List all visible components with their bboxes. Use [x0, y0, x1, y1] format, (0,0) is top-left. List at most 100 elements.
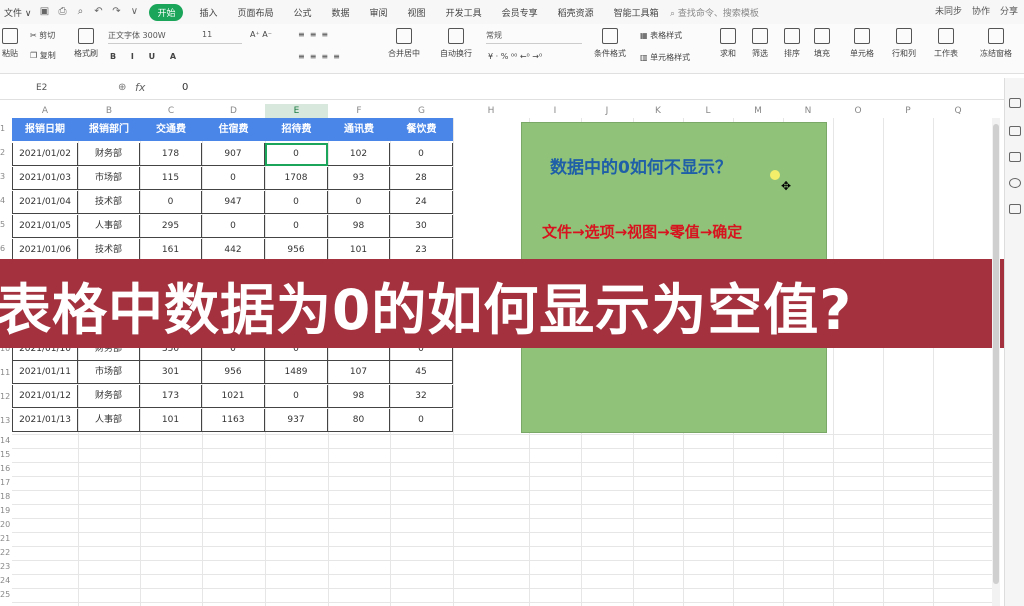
filter-button[interactable]: 筛选: [752, 28, 768, 59]
shape-icon[interactable]: [1009, 126, 1021, 136]
table-header-cell[interactable]: 通讯费: [328, 118, 390, 141]
row-header[interactable]: 19: [0, 506, 12, 515]
row-header[interactable]: 4: [0, 196, 12, 205]
col-header-n[interactable]: N: [783, 104, 833, 118]
row-header[interactable]: 3: [0, 172, 12, 181]
row-header[interactable]: 15: [0, 450, 12, 459]
table-cell[interactable]: 市场部: [78, 167, 140, 190]
table-header-cell[interactable]: 报销部门: [78, 118, 140, 141]
col-header-e[interactable]: E: [265, 104, 328, 118]
table-cell[interactable]: 1163: [202, 409, 265, 432]
table-cell[interactable]: 2021/01/13: [12, 409, 78, 432]
table-cell[interactable]: 1489: [265, 361, 328, 384]
table-cell[interactable]: 295: [140, 215, 202, 238]
table-cell[interactable]: 1708: [265, 167, 328, 190]
col-header-i[interactable]: I: [529, 104, 581, 118]
number-format-select[interactable]: 常规: [486, 30, 582, 44]
col-header-g[interactable]: G: [390, 104, 453, 118]
table-cell[interactable]: 98: [328, 215, 390, 238]
table-cell[interactable]: 0: [390, 409, 453, 432]
col-header-h[interactable]: H: [453, 104, 529, 118]
share-button[interactable]: 分享: [1000, 4, 1018, 17]
cut-button[interactable]: ✂ 剪切: [30, 30, 55, 41]
table-cell[interactable]: 2021/01/02: [12, 143, 78, 166]
col-header-c[interactable]: C: [140, 104, 202, 118]
tab-formulas[interactable]: 公式: [294, 6, 312, 19]
sum-button[interactable]: 求和: [720, 28, 736, 59]
col-header-k[interactable]: K: [633, 104, 683, 118]
row-header[interactable]: 16: [0, 464, 12, 473]
print-icon[interactable]: ⎙: [56, 7, 68, 17]
table-cell[interactable]: 2021/01/11: [12, 361, 78, 384]
file-menu[interactable]: 文件 ∨: [4, 6, 31, 19]
help-icon[interactable]: [1009, 178, 1021, 188]
tab-smart-tools[interactable]: 智能工具箱: [614, 6, 659, 19]
table-cell[interactable]: 98: [328, 385, 390, 408]
table-header-cell[interactable]: 住宿费: [202, 118, 265, 141]
name-box[interactable]: E2: [36, 83, 47, 93]
table-cell[interactable]: 2021/01/04: [12, 191, 78, 214]
fill-button[interactable]: 填充: [814, 28, 830, 59]
table-header-cell[interactable]: 餐饮费: [390, 118, 453, 141]
cells-button[interactable]: 单元格: [850, 28, 874, 59]
grow-font-icon[interactable]: A⁺ A⁻: [250, 30, 272, 39]
row-header[interactable]: 25: [0, 590, 12, 599]
table-cell[interactable]: 93: [328, 167, 390, 190]
row-header[interactable]: 12: [0, 392, 12, 401]
row-header[interactable]: 14: [0, 436, 12, 445]
row-header[interactable]: 6: [0, 244, 12, 253]
row-header[interactable]: 18: [0, 492, 12, 501]
table-cell[interactable]: 2021/01/05: [12, 215, 78, 238]
selected-cell[interactable]: 0: [265, 143, 328, 166]
font-name-select[interactable]: 正文字体 300W: [108, 30, 204, 44]
table-cell[interactable]: 101: [140, 409, 202, 432]
format-painter-button[interactable]: 格式刷: [74, 28, 98, 59]
fx-icon[interactable]: fx: [135, 81, 145, 94]
table-cell[interactable]: 0: [265, 215, 328, 238]
row-header[interactable]: 20: [0, 520, 12, 529]
tab-home[interactable]: 开始: [149, 3, 184, 21]
table-cell[interactable]: 0: [202, 167, 265, 190]
table-cell[interactable]: 173: [140, 385, 202, 408]
row-header[interactable]: 13: [0, 416, 12, 425]
paste-button[interactable]: 粘贴: [2, 28, 18, 59]
table-header-cell[interactable]: 报销日期: [12, 118, 78, 141]
table-style-button[interactable]: ▦ 表格样式: [640, 30, 682, 41]
vertical-scrollbar[interactable]: [992, 118, 1000, 606]
copy-button[interactable]: ❐ 复制: [30, 50, 56, 61]
table-cell[interactable]: 0: [390, 143, 453, 166]
row-header[interactable]: 17: [0, 478, 12, 487]
freeze-button[interactable]: 冻结窗格: [980, 28, 1012, 59]
table-header-cell[interactable]: 招待费: [265, 118, 328, 141]
col-header-b[interactable]: B: [78, 104, 140, 118]
table-cell[interactable]: 0: [202, 215, 265, 238]
table-cell[interactable]: 技术部: [78, 191, 140, 214]
formula-input[interactable]: 0: [182, 82, 188, 93]
table-cell[interactable]: 45: [390, 361, 453, 384]
row-header[interactable]: 1: [0, 124, 12, 133]
undo-icon[interactable]: ↶: [92, 7, 104, 17]
table-cell[interactable]: 财务部: [78, 385, 140, 408]
row-header[interactable]: 23: [0, 562, 12, 571]
table-cell[interactable]: 0: [140, 191, 202, 214]
table-cell[interactable]: 30: [390, 215, 453, 238]
pointer-icon[interactable]: [1009, 98, 1021, 108]
tab-view[interactable]: 视图: [408, 6, 426, 19]
table-cell[interactable]: 2021/01/12: [12, 385, 78, 408]
row-header[interactable]: 2: [0, 148, 12, 157]
rowcol-button[interactable]: 行和列: [892, 28, 916, 59]
collaborate-button[interactable]: 协作: [972, 4, 990, 17]
table-cell[interactable]: 0: [265, 385, 328, 408]
tab-page-layout[interactable]: 页面布局: [237, 6, 273, 19]
table-cell[interactable]: 24: [390, 191, 453, 214]
table-cell[interactable]: 947: [202, 191, 265, 214]
tab-data[interactable]: 数据: [332, 6, 350, 19]
font-style-buttons[interactable]: B I U A: [110, 52, 182, 61]
table-cell[interactable]: 1021: [202, 385, 265, 408]
tab-member[interactable]: 会员专享: [502, 6, 538, 19]
row-header[interactable]: 5: [0, 220, 12, 229]
table-cell[interactable]: 人事部: [78, 409, 140, 432]
scrollbar-thumb[interactable]: [993, 124, 999, 584]
table-cell[interactable]: 财务部: [78, 143, 140, 166]
table-cell[interactable]: 2021/01/03: [12, 167, 78, 190]
